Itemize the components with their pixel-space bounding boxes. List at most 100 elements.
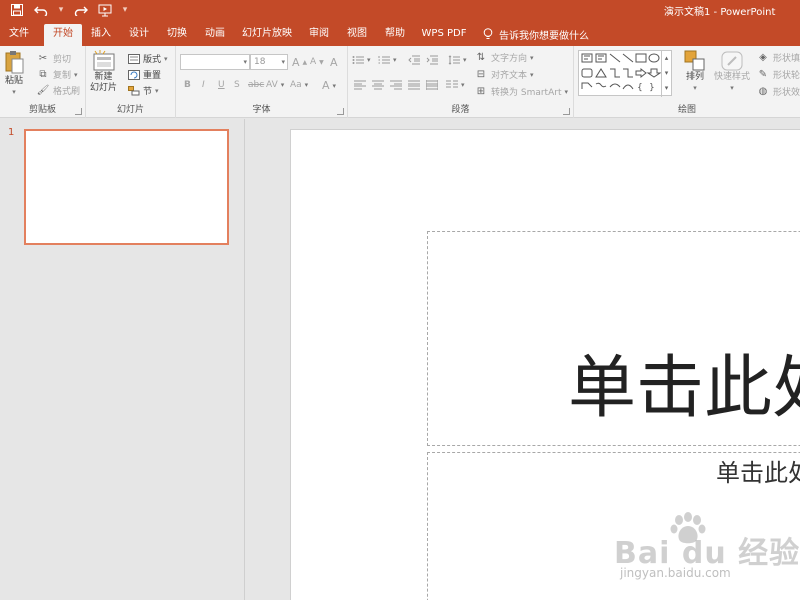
- increase-indent-button[interactable]: [426, 55, 438, 65]
- undo-icon[interactable]: [32, 2, 50, 18]
- arrange-button[interactable]: 排列 ▾: [684, 50, 706, 94]
- reset-button[interactable]: 重置: [128, 68, 161, 81]
- clear-formatting-button[interactable]: A: [330, 56, 338, 69]
- copy-button[interactable]: ⧉ 复制 ▾: [36, 68, 78, 81]
- shape-outline-label: 形状轮廓: [773, 71, 800, 81]
- redo-icon[interactable]: [72, 2, 90, 18]
- tab-wps-pdf[interactable]: WPS PDF: [420, 24, 468, 46]
- svg-text:{: {: [637, 83, 643, 93]
- font-name-dropdown-icon[interactable]: ▾: [243, 55, 247, 69]
- font-color-button[interactable]: A ▾: [322, 79, 336, 92]
- quick-styles-button[interactable]: 快速样式 ▾: [714, 50, 750, 94]
- columns-button[interactable]: ▾: [446, 80, 465, 90]
- change-case-icon: Aa: [290, 80, 302, 90]
- layout-icon: [128, 53, 140, 64]
- font-launcher-icon[interactable]: [337, 108, 344, 115]
- justify-button[interactable]: [408, 80, 420, 90]
- clipboard-launcher-icon[interactable]: [75, 108, 82, 115]
- new-slide-icon: [93, 50, 114, 71]
- paste-label: 粘贴: [4, 76, 23, 86]
- shapes-gallery-scroll[interactable]: ▴ ▾ ▾: [661, 51, 671, 97]
- tab-view[interactable]: 视图: [342, 24, 372, 46]
- align-text-icon: ⊟: [476, 69, 486, 80]
- group-slides: 新建 幻灯片 版式 ▾ 重置 节 ▾ 幻灯片: [86, 46, 176, 118]
- new-slide-button[interactable]: 新建 幻灯片: [90, 50, 117, 94]
- tell-me-box[interactable]: 告诉我你想要做什么: [483, 24, 589, 44]
- slide-canvas[interactable]: 单击此处添加标题 单击此处添加副标题: [290, 129, 800, 600]
- line-spacing-button[interactable]: ▾: [448, 55, 467, 65]
- format-painter-button[interactable]: 🖌 格式刷: [36, 84, 80, 97]
- underline-button[interactable]: U: [218, 80, 225, 90]
- font-name-combo[interactable]: ▾: [180, 54, 250, 70]
- reset-label: 重置: [143, 71, 162, 81]
- numbering-button[interactable]: ▾: [378, 55, 397, 65]
- shape-fill-label: 形状填充: [773, 54, 800, 64]
- tab-transitions[interactable]: 切换: [162, 24, 192, 46]
- ribbon-tabs: 文件 开始 插入 设计 切换 动画 幻灯片放映 审阅 视图 帮助 WPS PDF…: [0, 20, 800, 46]
- svg-text:}: }: [649, 83, 655, 93]
- start-from-beginning-icon[interactable]: [96, 2, 114, 18]
- grow-font-button[interactable]: A ▲: [292, 56, 307, 69]
- char-spacing-button[interactable]: AV ▾: [266, 80, 284, 90]
- slide-thumbnails-pane[interactable]: 1: [0, 119, 245, 600]
- shapes-gallery-icons: { }: [581, 53, 662, 93]
- layout-label: 版式: [143, 55, 162, 65]
- align-right-button[interactable]: [390, 80, 402, 90]
- bold-button[interactable]: B: [184, 80, 191, 90]
- subtitle-placeholder[interactable]: 单击此处添加副标题: [427, 452, 800, 600]
- tab-home[interactable]: 开始: [44, 24, 82, 46]
- slide-thumbnail[interactable]: [24, 129, 229, 245]
- section-label: 节: [143, 87, 153, 97]
- cut-button[interactable]: ✂ 剪切: [36, 52, 71, 65]
- shrink-font-icon: A: [310, 57, 317, 67]
- tab-file[interactable]: 文件: [4, 24, 34, 46]
- smartart-button[interactable]: ⊞ 转换为 SmartArt ▾: [474, 85, 568, 98]
- paragraph-launcher-icon[interactable]: [563, 108, 570, 115]
- save-icon[interactable]: [8, 2, 26, 18]
- align-text-button[interactable]: ⊟ 对齐文本 ▾: [474, 68, 534, 81]
- shapes-gallery[interactable]: { } ▴ ▾ ▾: [578, 50, 672, 97]
- tab-slideshow[interactable]: 幻灯片放映: [240, 24, 294, 46]
- shape-effects-button[interactable]: ◍ 形状效果: [756, 85, 800, 98]
- ribbon: 粘贴 ▾ ✂ 剪切 ⧉ 复制 ▾ 🖌 格式刷 剪贴板 新建 幻灯片 版式 ▾ 重…: [0, 46, 800, 118]
- shape-outline-button[interactable]: ✎ 形状轮廓: [756, 68, 800, 81]
- slide-editing-area[interactable]: 单击此处添加标题 单击此处添加副标题: [246, 119, 800, 600]
- distributed-button[interactable]: [426, 80, 438, 90]
- customize-qat-icon[interactable]: ▾: [120, 2, 130, 18]
- decrease-indent-button[interactable]: [408, 55, 420, 65]
- shrink-font-button[interactable]: A ▼: [310, 57, 324, 67]
- title-bar: ▾ ▾ 演示文稿1 - PowerPoint: [0, 0, 800, 20]
- tab-design[interactable]: 设计: [124, 24, 154, 46]
- copy-label: 复制: [53, 71, 72, 81]
- tab-animations[interactable]: 动画: [200, 24, 230, 46]
- font-size-dropdown-icon[interactable]: ▾: [281, 55, 285, 69]
- paste-dropdown-icon[interactable]: ▾: [12, 87, 16, 98]
- align-right-icon: [390, 80, 402, 90]
- copy-dropdown-icon[interactable]: ▾: [74, 71, 78, 79]
- text-direction-button[interactable]: ⇅ 文字方向 ▾: [474, 51, 534, 64]
- paste-icon: [5, 51, 24, 74]
- title-placeholder[interactable]: 单击此处添加标题: [427, 231, 800, 446]
- tab-review[interactable]: 审阅: [304, 24, 334, 46]
- format-painter-label: 格式刷: [53, 87, 81, 97]
- bullets-button[interactable]: ▾: [352, 55, 371, 65]
- font-size-combo[interactable]: 18 ▾: [250, 54, 288, 70]
- undo-dropdown[interactable]: ▾: [56, 2, 66, 18]
- italic-button[interactable]: I: [202, 80, 205, 90]
- columns-icon: [446, 80, 458, 88]
- align-center-button[interactable]: [372, 80, 384, 90]
- char-spacing-icon: AV: [266, 80, 278, 90]
- change-case-button[interactable]: Aa ▾: [290, 80, 308, 90]
- strikethrough-button[interactable]: abc: [248, 80, 264, 90]
- section-button[interactable]: 节 ▾: [128, 84, 159, 97]
- shape-fill-button[interactable]: ◈ 形状填充: [756, 51, 800, 64]
- paste-button[interactable]: 粘贴 ▾: [4, 50, 24, 98]
- tab-help[interactable]: 帮助: [380, 24, 410, 46]
- brush-icon: 🖌: [36, 85, 50, 96]
- text-shadow-button[interactable]: S: [234, 80, 240, 90]
- drawing-group-label: 绘图: [677, 105, 696, 115]
- tab-insert[interactable]: 插入: [86, 24, 116, 46]
- font-group-label: 字体: [252, 105, 271, 115]
- layout-button[interactable]: 版式 ▾: [128, 52, 168, 65]
- align-left-button[interactable]: [354, 80, 366, 90]
